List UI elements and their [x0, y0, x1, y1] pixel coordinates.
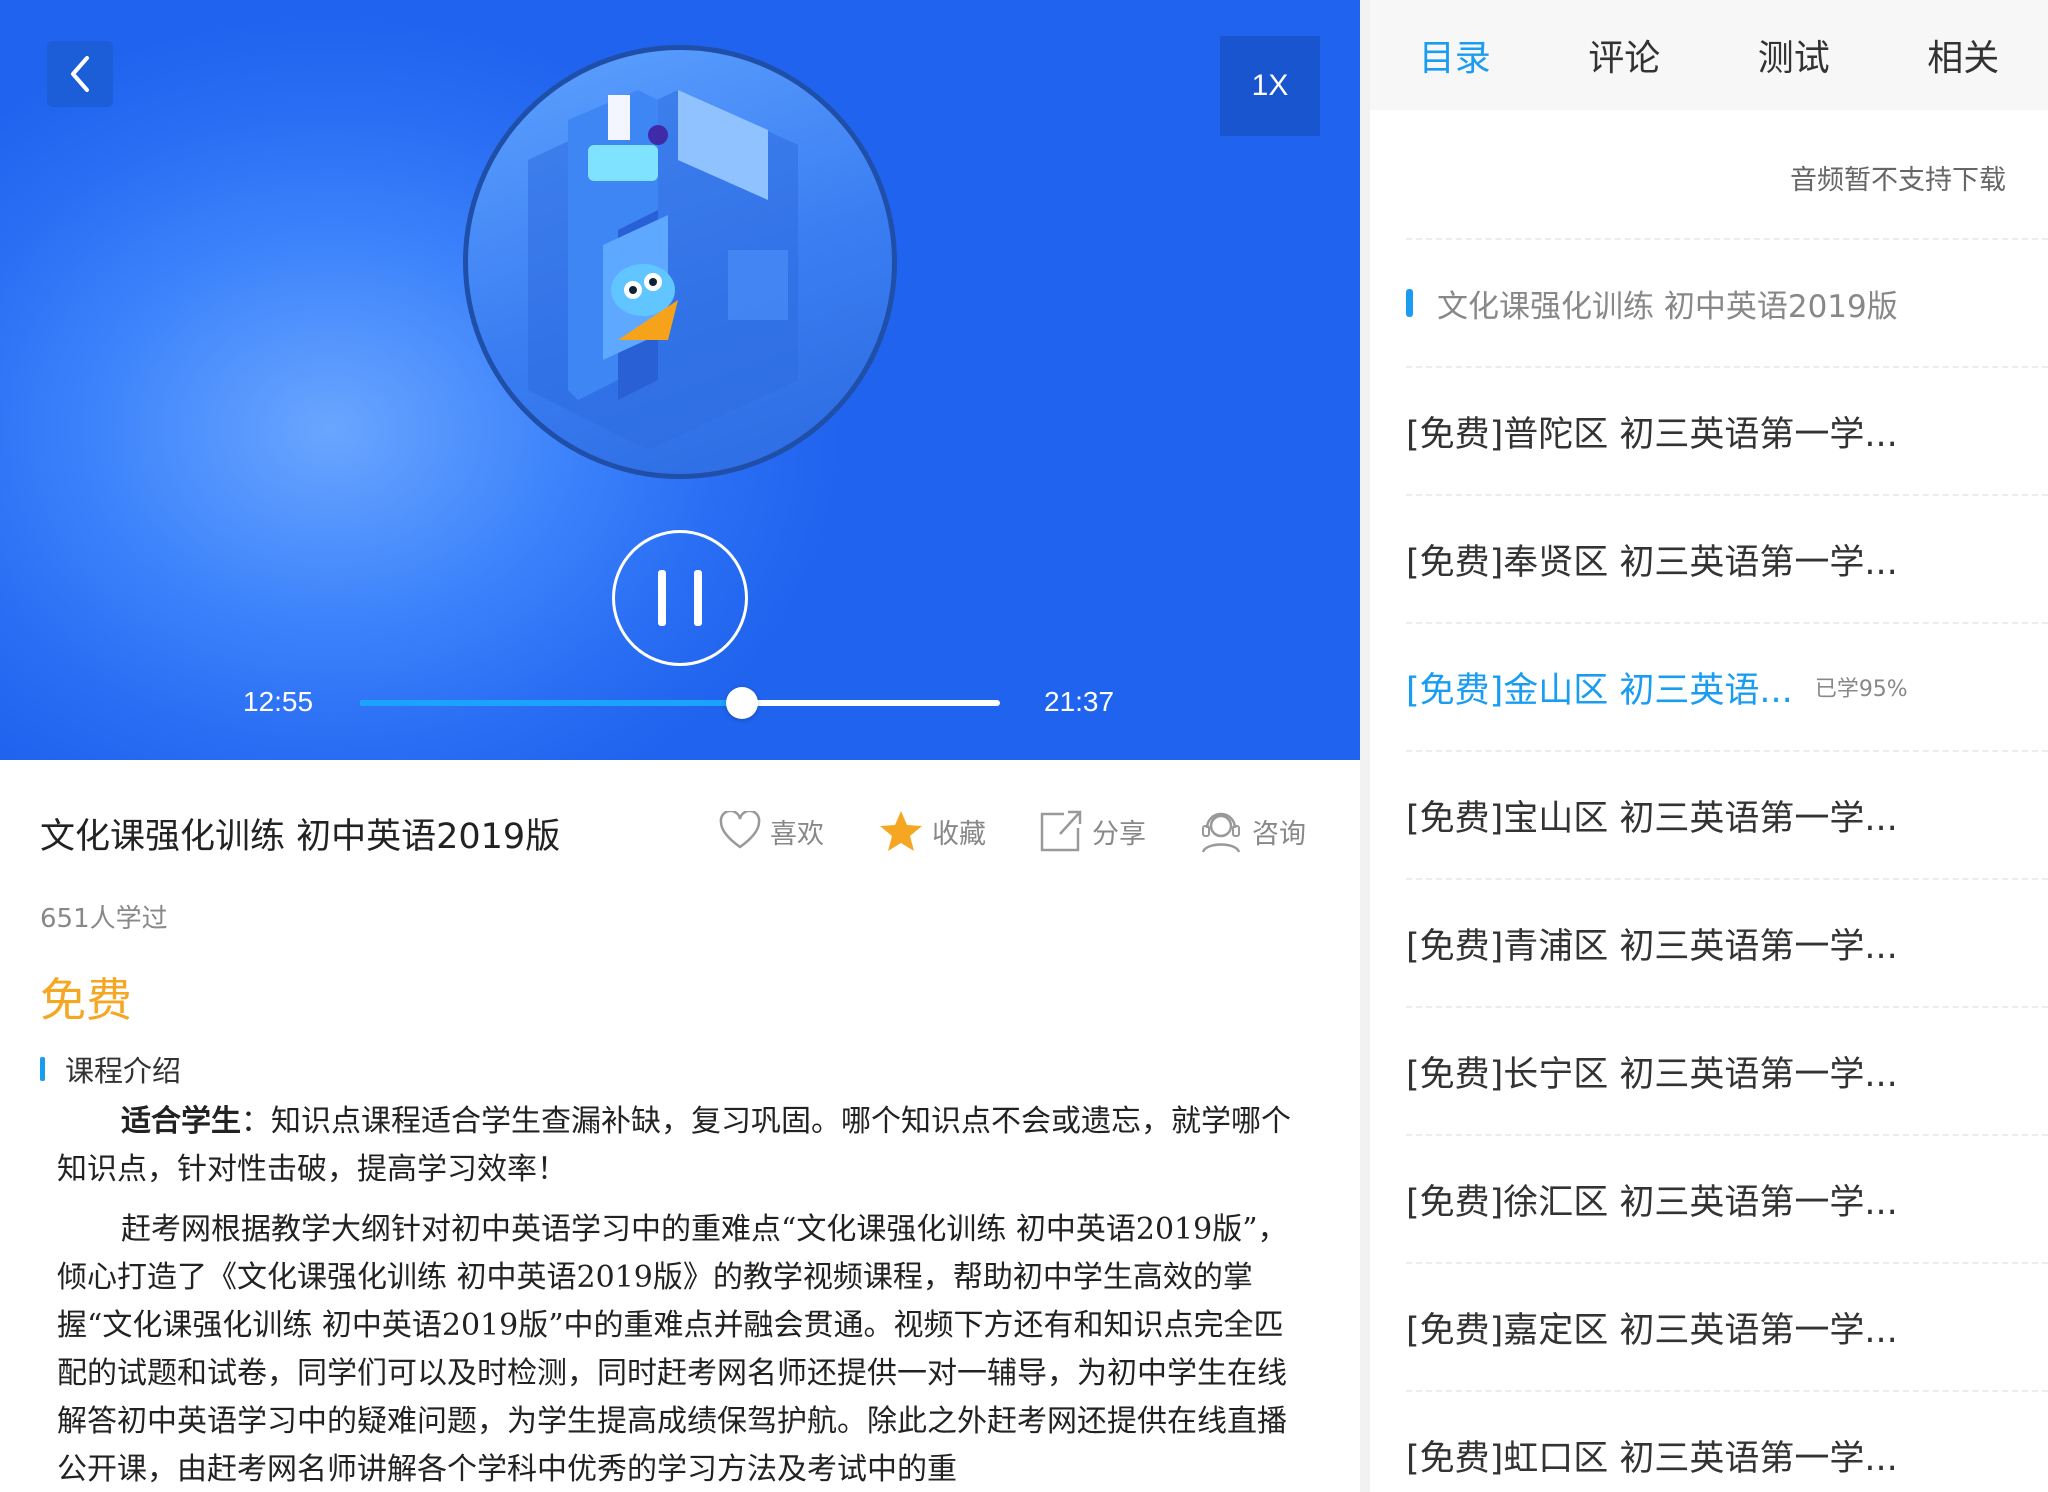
lesson-title: [免费]嘉定区 初三英语第一学... — [1406, 1310, 1898, 1351]
tab-related[interactable]: 相关 — [1879, 0, 2048, 110]
star-icon — [880, 811, 922, 851]
catalog-header: 文化课强化训练 初中英语2019版 — [1406, 238, 2048, 366]
share-label: 分享 — [1092, 818, 1146, 850]
section-title: 课程介绍 — [65, 1054, 182, 1088]
lesson-title: [免费]普陀区 初三英语第一学... — [1406, 414, 1898, 455]
audience-label: 适合学生 — [121, 1104, 241, 1139]
catalog-header-marker — [1406, 289, 1413, 317]
lesson-title: [免费]长宁区 初三英语第一学... — [1406, 1054, 1898, 1095]
tab-tests[interactable]: 测试 — [1709, 0, 1879, 110]
description-paragraph: 赶考网根据教学大纲针对初中英语学习中的重难点“文化课强化训练 初中英语2019版… — [57, 1212, 1288, 1487]
cover-artwork — [463, 45, 897, 479]
lesson-title: [免费]金山区 初三英语... — [1406, 670, 1793, 711]
lesson-item[interactable]: [免费]长宁区 初三英语第一学... — [1406, 1006, 2048, 1134]
cover-illustration — [528, 90, 798, 450]
tab-catalog[interactable]: 目录 — [1370, 0, 1540, 110]
headset-icon — [1201, 812, 1241, 853]
progress-slider[interactable] — [360, 687, 1000, 719]
price-label: 免费 — [40, 973, 132, 1027]
chevron-left-icon — [71, 56, 89, 92]
like-button[interactable]: 喜欢 — [718, 808, 878, 854]
tab-bar: 目录 评论 测试 相关 — [1370, 0, 2048, 110]
progress-thumb[interactable] — [726, 687, 759, 719]
description-paragraph: 适合学生：知识点课程适合学生查漏补缺，复习巩固。哪个知识点不会或遗忘，就学哪个知… — [57, 1098, 1307, 1194]
catalog-header-title: 文化课强化训练 初中英语2019版 — [1437, 288, 1898, 325]
share-icon — [1040, 810, 1082, 852]
lesson-progress: 已学95% — [1814, 677, 1908, 702]
playback-speed-button[interactable]: 1X — [1220, 36, 1320, 136]
action-bar: 喜欢 收藏 分享 咨询 — [718, 808, 1358, 854]
lesson-title: [免费]宝山区 初三英语第一学... — [1406, 798, 1898, 839]
panel-divider — [1360, 0, 1370, 1492]
lesson-item[interactable]: [免费]嘉定区 初三英语第一学... — [1406, 1262, 2048, 1390]
favorite-button[interactable]: 收藏 — [878, 808, 1038, 854]
lesson-title: [免费]徐汇区 初三英语第一学... — [1406, 1182, 1898, 1223]
tab-comments[interactable]: 评论 — [1540, 0, 1710, 110]
total-time: 21:37 — [1044, 686, 1115, 717]
lesson-title: [免费]奉贤区 初三英语第一学... — [1406, 542, 1898, 583]
lesson-item[interactable]: [免费]普陀区 初三英语第一学... — [1406, 366, 2048, 494]
catalog-list: 文化课强化训练 初中英语2019版 [免费]普陀区 初三英语第一学... [免费… — [1406, 238, 2048, 1492]
share-button[interactable]: 分享 — [1038, 808, 1198, 854]
download-notice: 音频暂不支持下载 — [1790, 165, 2006, 196]
consult-button[interactable]: 咨询 — [1198, 808, 1358, 854]
pause-icon-bar — [658, 570, 666, 626]
heart-icon — [719, 811, 761, 849]
current-time: 12:55 — [243, 686, 314, 717]
lesson-item[interactable]: [免费]青浦区 初三英语第一学... — [1406, 878, 2048, 1006]
course-title: 文化课强化训练 初中英语2019版 — [40, 817, 561, 857]
course-description: 适合学生：知识点课程适合学生查漏补缺，复习巩固。哪个知识点不会或遗忘，就学哪个知… — [57, 1098, 1307, 1492]
lesson-item[interactable]: [免费]虹口区 初三英语第一学... — [1406, 1390, 2048, 1492]
lesson-title: [免费]虹口区 初三英语第一学... — [1406, 1438, 1898, 1479]
section-heading: 课程介绍 — [40, 1048, 181, 1090]
learners-count: 651人学过 — [40, 904, 168, 934]
pause-icon-bar — [694, 570, 702, 626]
favorite-label: 收藏 — [932, 818, 986, 850]
lesson-item[interactable]: [免费]徐汇区 初三英语第一学... — [1406, 1134, 2048, 1262]
audio-player: 1X 12:55 21:37 — [0, 0, 1360, 760]
progress-fill — [360, 700, 743, 706]
like-label: 喜欢 — [770, 818, 824, 850]
back-button[interactable] — [47, 41, 113, 107]
pause-button[interactable] — [612, 530, 748, 666]
consult-label: 咨询 — [1252, 818, 1306, 850]
lesson-item-current[interactable]: [免费]金山区 初三英语... 已学95% — [1406, 622, 2048, 750]
lesson-item[interactable]: [免费]宝山区 初三英语第一学... — [1406, 750, 2048, 878]
audience-text: ：知识点课程适合学生查漏补缺，复习巩固。哪个知识点不会或遗忘，就学哪个知识点，针… — [57, 1104, 1291, 1187]
section-marker — [40, 1057, 45, 1081]
lesson-item[interactable]: [免费]奉贤区 初三英语第一学... — [1406, 494, 2048, 622]
lesson-title: [免费]青浦区 初三英语第一学... — [1406, 926, 1898, 967]
